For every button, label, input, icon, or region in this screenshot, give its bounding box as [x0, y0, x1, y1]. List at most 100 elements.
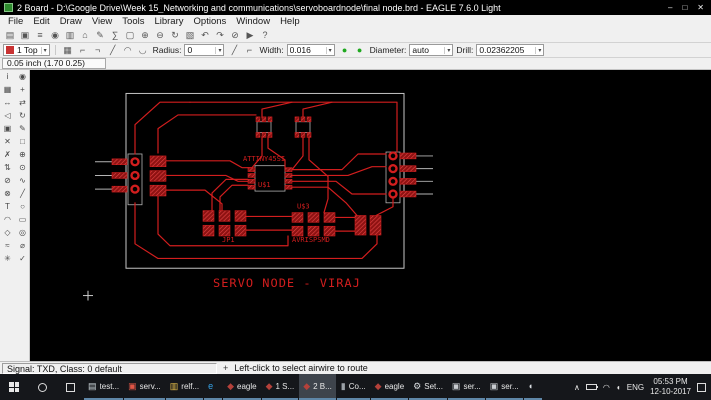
ulp-icon[interactable]: ∑ — [108, 29, 122, 41]
text-tool[interactable]: T — [0, 200, 15, 213]
move-tool[interactable]: ↔ — [0, 96, 15, 109]
menu-item[interactable]: Tools — [117, 16, 149, 27]
pcb-drawing[interactable]: ATTINY45SI U$1 U$3 JP1 AVRISPSMD SERVO N… — [30, 70, 711, 361]
print-icon[interactable]: ≡ — [33, 29, 47, 41]
taskbar-app-test[interactable]: ▤ test... — [84, 374, 124, 400]
tray-expand-icon[interactable]: ∧ — [574, 383, 580, 392]
width-select[interactable]: 0.016 ▾ — [286, 44, 335, 56]
cortana-button[interactable] — [28, 374, 56, 400]
menu-item[interactable]: Options — [189, 16, 232, 27]
polygon-tool[interactable]: ◇ — [0, 226, 15, 239]
via-tool[interactable]: ◎ — [15, 226, 30, 239]
board-schematic-icon[interactable]: ▥ — [63, 29, 77, 41]
task-view-button[interactable] — [56, 374, 84, 400]
rect-tool[interactable]: ▭ — [15, 213, 30, 226]
menu-item[interactable]: Window — [231, 16, 275, 27]
bend-style-4-icon[interactable]: ◠ — [121, 44, 135, 56]
ratsnest-tool[interactable]: ✳ — [0, 252, 15, 265]
zoom-out-icon[interactable]: ⊖ — [153, 29, 167, 41]
menu-item[interactable]: View — [87, 16, 117, 27]
save-icon[interactable]: ▣ — [18, 29, 32, 41]
wire-style-1-icon[interactable]: ╱ — [227, 44, 241, 56]
mark-tool[interactable]: + — [15, 83, 30, 96]
delete-tool[interactable]: ✗ — [0, 148, 15, 161]
redraw-icon[interactable]: ↻ — [168, 29, 182, 41]
replace-tool[interactable]: ⊙ — [15, 161, 30, 174]
maximize-button[interactable]: □ — [682, 3, 687, 12]
minimize-button[interactable]: – — [668, 3, 672, 12]
copy-tool[interactable]: ⇄ — [15, 96, 30, 109]
menu-item[interactable]: File — [3, 16, 28, 27]
help-icon[interactable]: ? — [258, 29, 272, 41]
miter-round-icon[interactable]: ● — [338, 44, 352, 56]
signal-tool[interactable]: ≈ — [0, 239, 15, 252]
taskbar-app-ser1[interactable]: ▣ ser... — [447, 374, 485, 400]
zoom-select-icon[interactable]: ▧ — [183, 29, 197, 41]
rotate-tool[interactable]: ↻ — [15, 109, 30, 122]
menu-item[interactable]: Edit — [28, 16, 54, 27]
add-tool[interactable]: ⊕ — [15, 148, 30, 161]
wire-style-2-icon[interactable]: ⌐ — [242, 44, 256, 56]
battery-icon[interactable] — [585, 384, 598, 390]
taskbar-app-schematic[interactable]: ◆ 1 S... — [261, 374, 299, 400]
taskbar-app-eagle-cp[interactable]: ◆ eagle — [223, 374, 261, 400]
grid-icon[interactable]: ▦ — [61, 44, 75, 56]
menu-item[interactable]: Help — [275, 16, 305, 27]
radius-select[interactable]: 0 ▾ — [184, 44, 225, 56]
taskbar-app-settings[interactable]: ⚙ Set... — [409, 374, 447, 400]
miter-straight-icon[interactable]: ● — [353, 44, 367, 56]
bend-style-3-icon[interactable]: ╱ — [106, 44, 120, 56]
bend-style-2-icon[interactable]: ¬ — [91, 44, 105, 56]
clock[interactable]: 05:53 PM 12-10-2017 — [650, 377, 691, 397]
language-indicator[interactable]: ENG — [627, 383, 644, 392]
cut-tool[interactable]: ✕ — [0, 135, 15, 148]
bend-style-1-icon[interactable]: ⌐ — [76, 44, 90, 56]
taskbar-app-relf[interactable]: ▥ relf... — [165, 374, 204, 400]
wire-tool[interactable]: ╱ — [15, 187, 30, 200]
diameter-select[interactable]: auto ▾ — [409, 44, 454, 56]
group-tool[interactable]: ▣ — [0, 122, 15, 135]
stop-icon[interactable]: ⊘ — [228, 29, 242, 41]
taskbar-app-eagle2[interactable]: ◆ eagle — [370, 374, 409, 400]
open-icon[interactable]: ▤ — [3, 29, 17, 41]
layer-select[interactable]: 1 Top ▾ — [3, 44, 50, 56]
lock-tool[interactable]: ⊘ — [0, 174, 15, 187]
mirror-tool[interactable]: ◁ — [0, 109, 15, 122]
wifi-icon[interactable]: ◠ — [603, 383, 610, 392]
show-tool[interactable]: ◉ — [15, 70, 30, 83]
circle-tool[interactable]: ○ — [15, 200, 30, 213]
menu-item[interactable]: Draw — [55, 16, 87, 27]
redo-icon[interactable]: ↷ — [213, 29, 227, 41]
go-icon[interactable]: ▶ — [243, 29, 257, 41]
cam-icon[interactable]: ◉ — [48, 29, 62, 41]
taskbar-app-edge[interactable]: e — [204, 374, 223, 400]
taskbar-app-ser2[interactable]: ▣ ser... — [485, 374, 523, 400]
taskbar-app-board[interactable]: ◆ 2 B... — [299, 374, 336, 400]
menu-item[interactable]: Library — [149, 16, 188, 27]
taskbar-app-sound[interactable]: ◖ — [523, 374, 542, 400]
close-button[interactable]: ✕ — [697, 3, 704, 12]
taskbar-app-serv[interactable]: ▣ serv... — [124, 374, 165, 400]
board-canvas[interactable]: ATTINY45SI U$1 U$3 JP1 AVRISPSMD SERVO N… — [30, 70, 711, 361]
drc-tool[interactable]: ✓ — [15, 252, 30, 265]
change-tool[interactable]: ✎ — [15, 122, 30, 135]
pinswap-tool[interactable]: ⇅ — [0, 161, 15, 174]
hole-tool[interactable]: ⌀ — [15, 239, 30, 252]
paste-tool[interactable]: □ — [15, 135, 30, 148]
run-script-icon[interactable]: ✎ — [93, 29, 107, 41]
undo-icon[interactable]: ↶ — [198, 29, 212, 41]
start-button[interactable] — [0, 374, 28, 400]
route-tool[interactable]: ∿ — [15, 174, 30, 187]
info-tool[interactable]: i — [0, 70, 15, 83]
bend-style-5-icon[interactable]: ◡ — [136, 44, 150, 56]
library-icon[interactable]: ⌂ — [78, 29, 92, 41]
zoom-fit-icon[interactable]: ▢ — [123, 29, 137, 41]
ripup-tool[interactable]: ⊗ — [0, 187, 15, 200]
display-tool[interactable]: ▦ — [0, 83, 15, 96]
volume-icon[interactable]: ◖ — [616, 383, 621, 392]
notification-center-icon[interactable] — [697, 382, 706, 392]
drill-select[interactable]: 0.02362205 ▾ — [476, 44, 545, 56]
zoom-in-icon[interactable]: ⊕ — [138, 29, 152, 41]
taskbar-app-console[interactable]: ▮ Co... — [336, 374, 370, 400]
arc-tool[interactable]: ◠ — [0, 213, 15, 226]
